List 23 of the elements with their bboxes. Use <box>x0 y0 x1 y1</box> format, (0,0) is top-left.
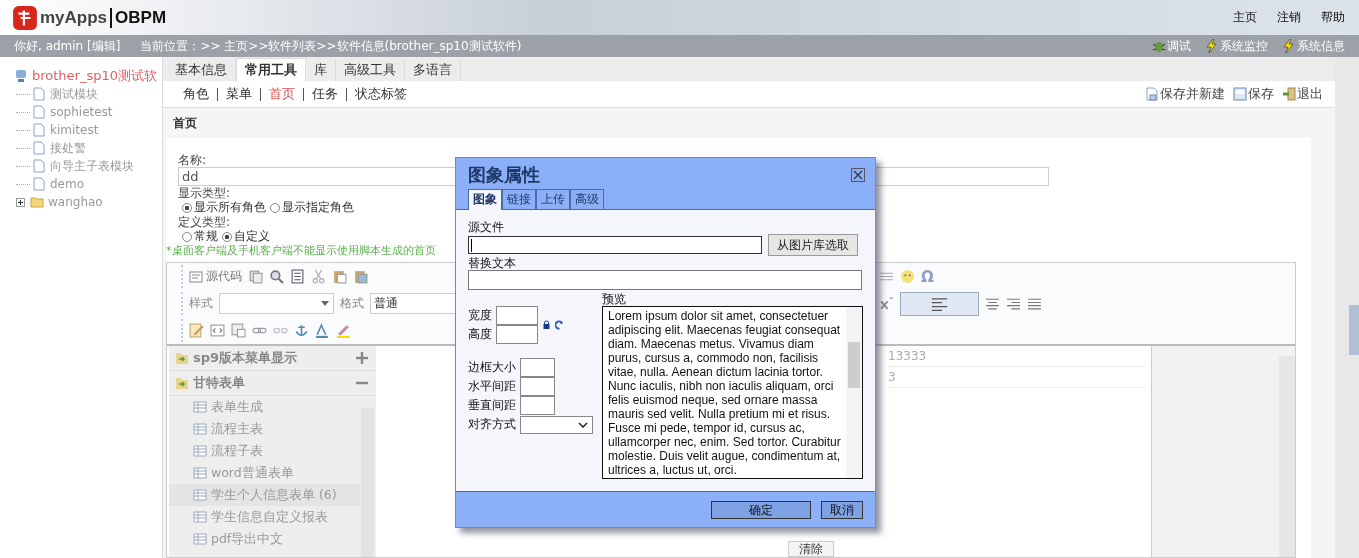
product-name: OBPM <box>110 7 167 28</box>
field-label: 预览 <box>602 292 627 306</box>
breadcrumb: 当前位置：>> 主页>>软件列表>>软件信息(brother_sp10测试软件) <box>140 37 522 55</box>
greeting: 你好, admin [编辑] <box>14 37 121 55</box>
field-label: 边框大小 <box>468 359 517 376</box>
field-label: 源文件 <box>468 220 505 234</box>
logo-text: myApps <box>40 7 108 28</box>
field-label: 对齐方式 <box>468 416 517 433</box>
style-label: 样式 <box>189 295 213 312</box>
format-label: 格式 <box>340 295 364 312</box>
field-label: 名称: <box>178 153 207 167</box>
table-cell: 13333 <box>888 346 1146 367</box>
notice-text: *桌面客户端及手机客户端不能显示使用脚本生成的首页 <box>166 244 436 258</box>
field-label: 垂直间距 <box>468 397 517 414</box>
preview-text: Lorem ipsum dolor sit amet, consectetuer adipiscing elit. Maecenas feugiat consequat diam. Maecenas metus. Vivamus diam purus, cursus a, commodo non, facilisis vitae, nulla. Aenean dictum lacinia tortor. Nunc iaculis, nibh non iaculis aliquam, orci felis euismod neque, sed ornare massa mauris sed velit. Nulla pretium mi et risus. Fusce mi pede, tempor id, cursus ac, ullamcorper nec, enim. Sed tortor. Curabitur molestie. Duis velit augue, condimentum at, ultrices a, luctus ut, orci. <box>607 308 842 478</box>
field-label: 水平间距 <box>468 378 517 395</box>
table-cell: 3 <box>888 367 1146 388</box>
field-label: 显示类型: <box>178 186 231 200</box>
field-label: 替换文本 <box>468 256 517 270</box>
field-label: 定义类型: <box>178 215 231 229</box>
section-title: 首页 <box>172 115 198 132</box>
field-label: 高度 <box>468 326 493 343</box>
dialog-title: 图象属性 <box>468 163 541 187</box>
